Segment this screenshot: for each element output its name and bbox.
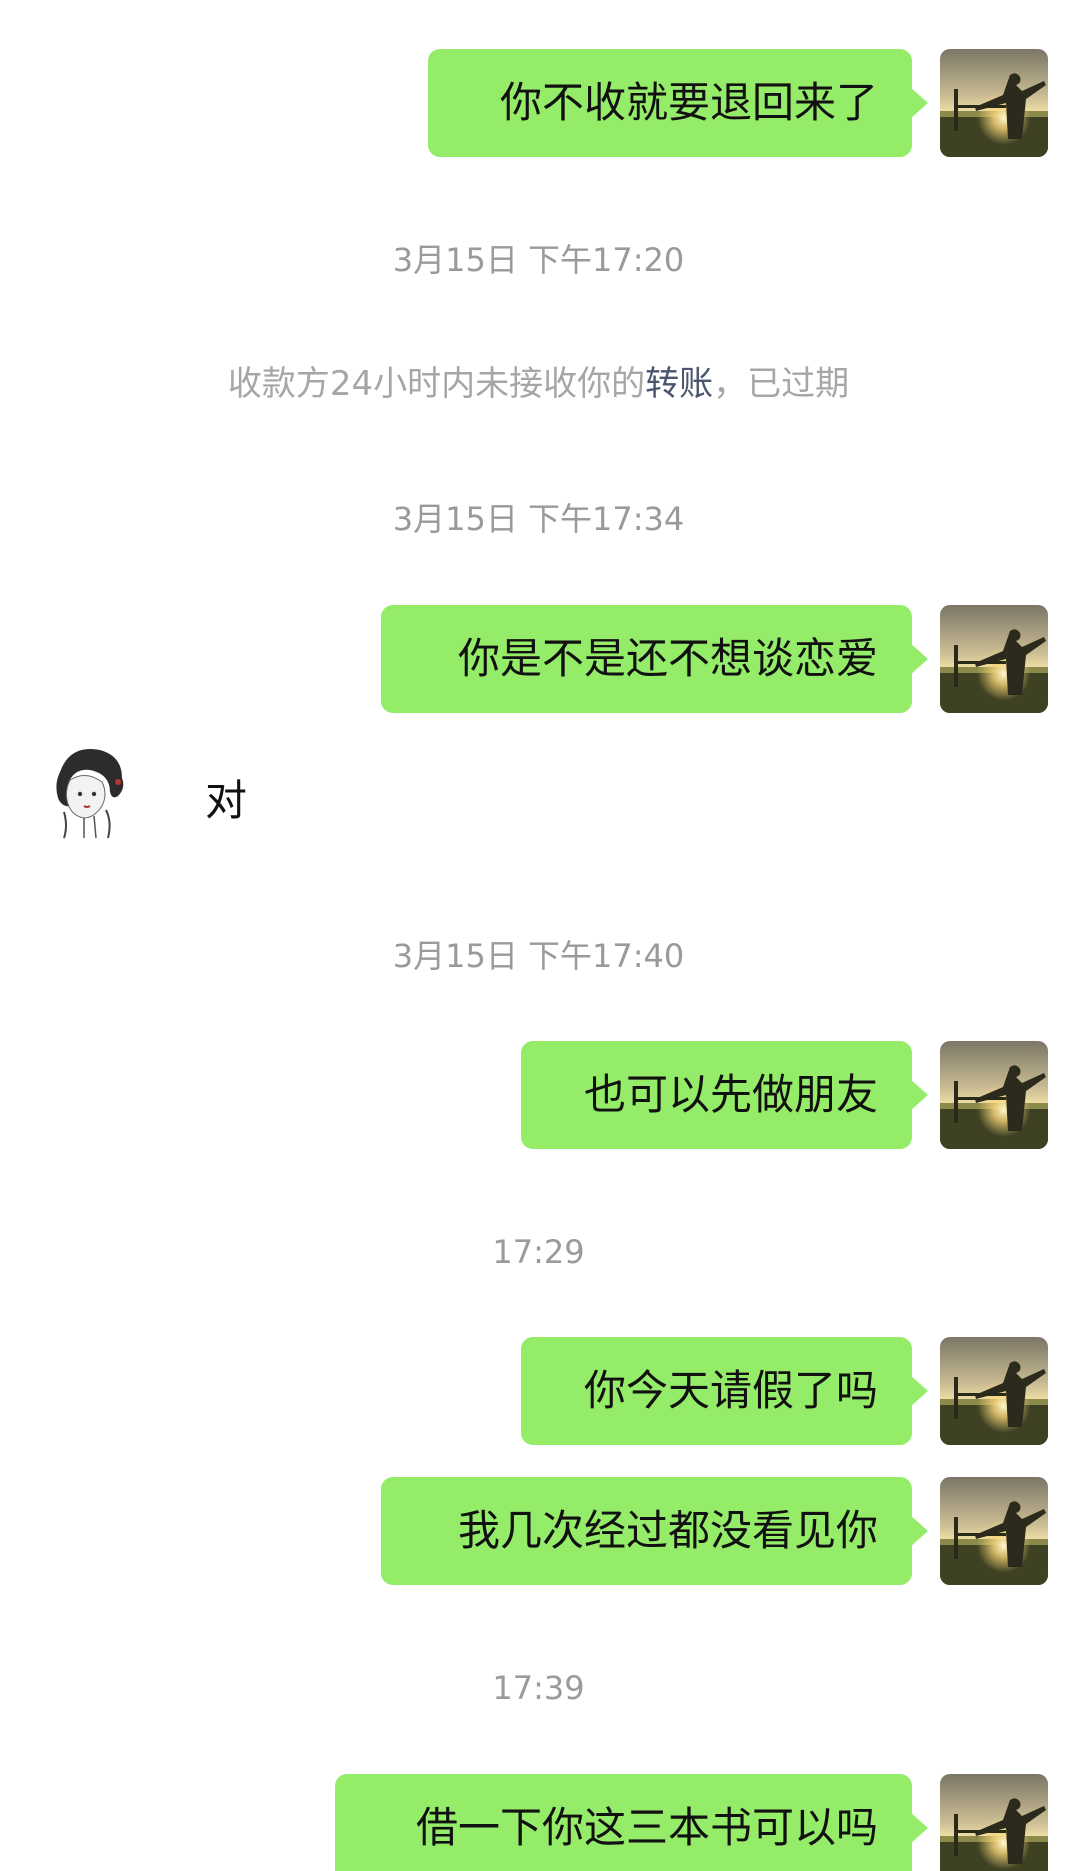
message-bubble-sent[interactable]: 我几次经过都没看见你 [381, 1477, 928, 1585]
message-bubble-sent[interactable]: 你不收就要退回来了 [428, 49, 928, 157]
my-avatar[interactable] [940, 49, 1048, 157]
message-timestamp: 17:39 [492, 1669, 585, 1707]
message-text: 借一下你这三本书可以吗 [415, 1803, 878, 1852]
message-timestamp: 17:29 [492, 1233, 585, 1271]
contact-avatar[interactable] [40, 742, 132, 842]
chat-message-list[interactable]: 你不收就要退回来了 3月15日 下午17:20 收款方24小时内未接收你的转账，… [0, 0, 1077, 1871]
my-avatar[interactable] [940, 1337, 1048, 1445]
sunset-silhouette-avatar-icon [940, 49, 1048, 157]
my-avatar[interactable] [940, 1041, 1048, 1149]
message-timestamp: 3月15日 下午17:20 [392, 241, 685, 279]
message-received[interactable]: 对 [205, 773, 247, 829]
notice-text: 收款方24小时内未接收你的 [227, 364, 646, 404]
sketch-portrait-avatar-icon [40, 742, 132, 842]
my-avatar[interactable] [940, 1774, 1048, 1871]
sunset-silhouette-avatar-icon [940, 1477, 1048, 1585]
message-text: 你是不是还不想谈恋爱 [457, 634, 878, 683]
transfer-link[interactable]: 转账 [645, 364, 713, 404]
message-bubble-sent[interactable]: 借一下你这三本书可以吗 [335, 1774, 928, 1871]
sunset-silhouette-avatar-icon [940, 1774, 1048, 1871]
sunset-silhouette-avatar-icon [940, 605, 1048, 713]
sunset-silhouette-avatar-icon [940, 1041, 1048, 1149]
message-text: 你不收就要退回来了 [499, 78, 878, 127]
message-bubble-sent[interactable]: 也可以先做朋友 [521, 1041, 928, 1149]
message-bubble-sent[interactable]: 你今天请假了吗 [521, 1337, 928, 1445]
message-bubble-sent[interactable]: 你是不是还不想谈恋爱 [381, 605, 928, 713]
message-timestamp: 3月15日 下午17:34 [392, 500, 685, 538]
my-avatar[interactable] [940, 605, 1048, 713]
message-text: 我几次经过都没看见你 [457, 1506, 878, 1555]
sunset-silhouette-avatar-icon [940, 1337, 1048, 1445]
message-text: 也可以先做朋友 [583, 1070, 878, 1119]
message-text: 你今天请假了吗 [583, 1366, 878, 1415]
notice-text-suffix: ，已过期 [713, 364, 850, 404]
my-avatar[interactable] [940, 1477, 1048, 1585]
message-timestamp: 3月15日 下午17:40 [392, 937, 685, 975]
transfer-expired-notice: 收款方24小时内未接收你的转账，已过期 [0, 362, 1077, 406]
